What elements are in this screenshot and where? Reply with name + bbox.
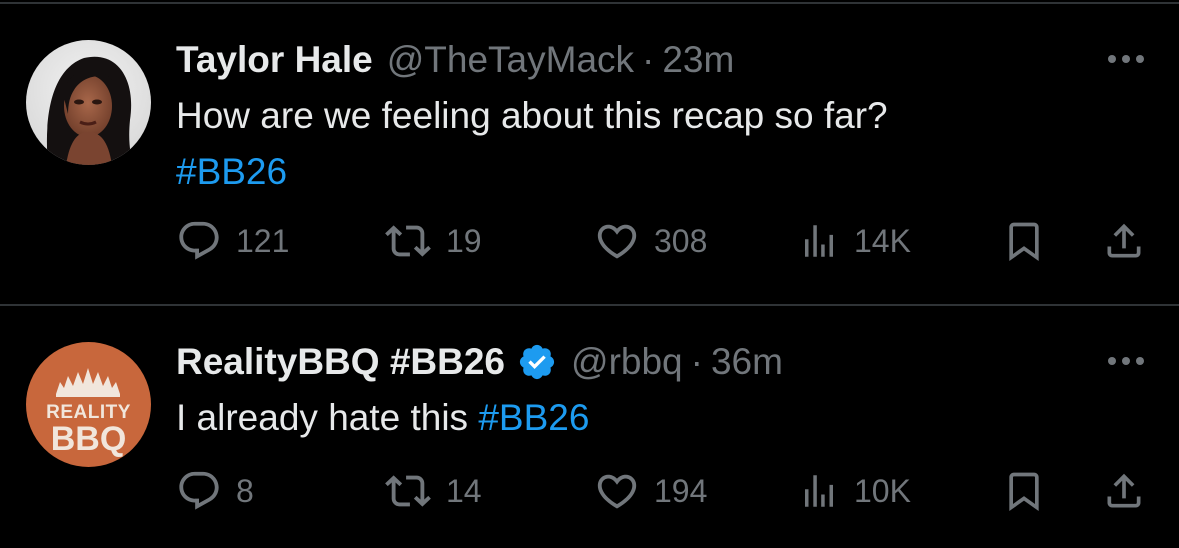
bookmark-button[interactable] [1002,466,1046,516]
timestamp[interactable]: 36m [711,340,783,384]
tweet-text-line: I already hate this [176,397,469,438]
author-handle[interactable]: @rbbq [571,340,683,384]
tweet-header: Taylor Hale @TheTayMack · 23m [176,38,734,82]
share-button[interactable] [1102,216,1146,266]
separator-dot: · [690,341,703,382]
avatar[interactable] [26,40,151,165]
like-button[interactable]: 194 [594,466,707,516]
views-icon [805,225,833,257]
action-bar: 121 19 308 14K [176,216,1146,266]
hashtag-link[interactable]: #BB26 [176,144,888,200]
retweet-count: 19 [446,222,482,259]
views-count: 14K [854,222,911,259]
like-count: 308 [654,222,708,259]
verified-badge-icon [517,342,557,382]
author-name[interactable]: Taylor Hale [176,38,373,82]
like-icon [597,224,637,259]
like-icon [597,474,637,509]
share-icon [1107,473,1141,508]
more-icon[interactable] [1105,44,1147,74]
share-button[interactable] [1102,466,1146,516]
reply-count: 121 [236,222,290,259]
like-button[interactable]: 308 [594,216,707,266]
timestamp[interactable]: 23m [662,38,734,82]
avatar[interactable]: REALITY BBQ [26,342,151,467]
views-icon [805,475,833,507]
bookmark-icon [1009,222,1039,262]
bookmark-button[interactable] [1002,216,1046,266]
views-count: 10K [854,472,911,509]
reply-button[interactable]: 121 [176,216,289,266]
author-handle[interactable]: @TheTayMack [387,38,634,82]
like-count: 194 [654,472,708,509]
retweet-icon [385,225,431,257]
tweet-header: RealityBBQ #BB26 @rbbq · 36m [176,340,783,384]
reply-count: 8 [236,472,254,509]
author-name[interactable]: RealityBBQ #BB26 [176,340,505,384]
action-bar: 8 14 194 10K [176,466,1146,516]
separator-dot: · [642,39,655,80]
retweet-button[interactable]: 14 [384,466,482,516]
tweet[interactable]: REALITY BBQ RealityBBQ #BB26 @rbbq · 36m… [0,306,1179,548]
logo-text-bottom: BBQ [51,420,127,458]
bookmark-icon [1009,472,1039,512]
reply-icon [179,221,219,260]
retweet-button[interactable]: 19 [384,216,482,266]
more-icon[interactable] [1105,346,1147,376]
retweet-count: 14 [446,472,482,509]
share-icon [1107,223,1141,258]
reply-icon [179,471,219,510]
hashtag-link[interactable]: #BB26 [478,397,589,438]
tweet[interactable]: Taylor Hale @TheTayMack · 23m How are we… [0,4,1179,304]
views-button[interactable]: 14K [798,216,911,266]
views-button[interactable]: 10K [798,466,911,516]
tweet-text: How are we feeling about this recap so f… [176,88,888,200]
tweet-text: I already hate this #BB26 [176,390,589,446]
reply-button[interactable]: 8 [176,466,254,516]
retweet-icon [385,475,431,507]
tweet-text-line: How are we feeling about this recap so f… [176,95,888,136]
